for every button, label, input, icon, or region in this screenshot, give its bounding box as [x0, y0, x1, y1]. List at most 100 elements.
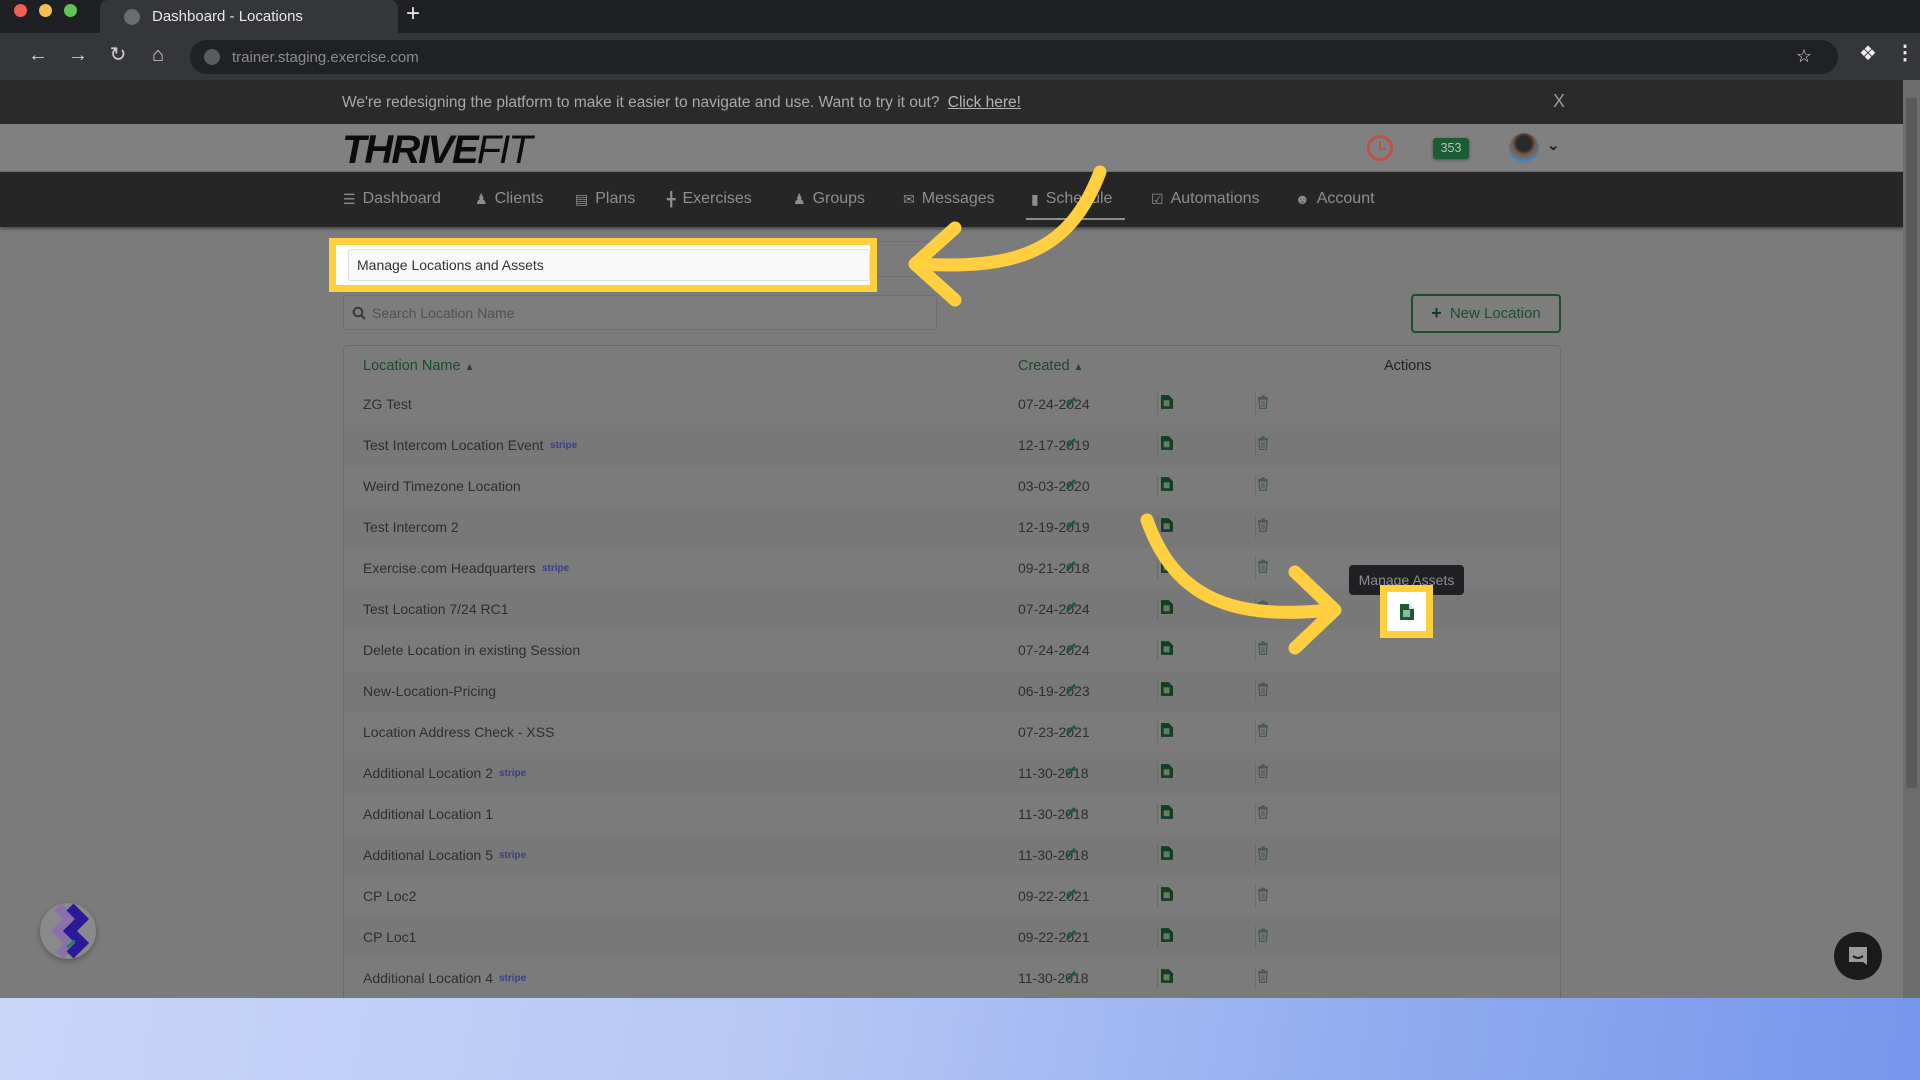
edit-location-button[interactable] [1062, 682, 1080, 700]
edit-location-button[interactable] [1062, 395, 1080, 413]
edit-location-button[interactable] [1062, 641, 1080, 659]
banner-link[interactable]: Click here! [948, 94, 1021, 111]
edit-location-button[interactable] [1062, 559, 1080, 577]
manage-assets-button[interactable] [1158, 845, 1176, 864]
manage-assets-button[interactable] [1158, 558, 1176, 577]
location-name[interactable]: Test Location 7/24 RC1 [363, 601, 509, 617]
manage-assets-button[interactable] [1158, 763, 1176, 782]
delete-location-button[interactable] [1254, 682, 1272, 700]
loom-widget-button[interactable] [40, 903, 96, 959]
nav-item-exercises[interactable]: ╋ Exercises [667, 190, 752, 208]
nav-item-clients[interactable]: ♟ Clients [475, 190, 543, 208]
location-name[interactable]: ZG Test [363, 396, 412, 412]
edit-location-button[interactable] [1062, 723, 1080, 741]
manage-assets-button[interactable] [1158, 804, 1176, 823]
notification-count-badge[interactable]: 353 [1433, 138, 1469, 159]
logo[interactable]: THRIVEFIT [342, 128, 533, 173]
minimize-window-button[interactable] [39, 4, 52, 17]
delete-location-button[interactable] [1254, 846, 1272, 864]
delete-location-button[interactable] [1254, 764, 1272, 782]
avatar[interactable] [1509, 133, 1539, 163]
extensions-icon[interactable]: ❖ [1859, 41, 1877, 66]
delete-location-button[interactable] [1254, 641, 1272, 659]
location-name[interactable]: Test Intercom 2 [363, 519, 459, 535]
delete-location-button[interactable] [1254, 436, 1272, 454]
edit-location-button[interactable] [1062, 805, 1080, 823]
location-name[interactable]: New-Location-Pricing [363, 683, 496, 699]
nav-item-groups[interactable]: ♟ Groups [793, 190, 865, 208]
address-bar[interactable]: trainer.staging.exercise.com ☆ [190, 40, 1838, 74]
nav-item-dashboard[interactable]: ☰ Dashboard [343, 190, 441, 208]
delete-location-button[interactable] [1254, 600, 1272, 618]
manage-assets-button[interactable] [1158, 435, 1176, 454]
manage-assets-button[interactable] [1158, 517, 1176, 536]
edit-location-button[interactable] [1062, 846, 1080, 864]
home-icon[interactable]: ⌂ [144, 41, 172, 69]
location-name[interactable]: Weird Timezone Location [363, 478, 521, 494]
delete-location-button[interactable] [1254, 518, 1272, 536]
browser-tab[interactable]: Dashboard - Locations [100, 0, 398, 33]
manage-assets-button[interactable] [1158, 681, 1176, 700]
manage-assets-button[interactable] [1158, 886, 1176, 905]
location-name[interactable]: Additional Location 4 [363, 970, 493, 986]
location-name[interactable]: Additional Location 2 [363, 765, 493, 781]
edit-location-button[interactable] [1062, 477, 1080, 495]
column-header-location-name[interactable]: Location Name ▲︎ [363, 358, 474, 374]
scrollbar-thumb[interactable] [1906, 98, 1917, 788]
manage-assets-button[interactable] [1158, 640, 1176, 659]
edit-location-button[interactable] [1062, 969, 1080, 987]
reload-icon[interactable]: ↻ [104, 41, 132, 69]
highlighted-manage-assets-button[interactable] [1380, 585, 1433, 638]
edit-location-button[interactable] [1062, 436, 1080, 454]
location-name[interactable]: Additional Location 5 [363, 847, 493, 863]
delete-location-button[interactable] [1254, 805, 1272, 823]
delete-location-button[interactable] [1254, 559, 1272, 577]
edit-location-button[interactable] [1062, 887, 1080, 905]
delete-location-button[interactable] [1254, 887, 1272, 905]
nav-item-automations[interactable]: ☑ Automations [1151, 190, 1260, 208]
nav-item-messages[interactable]: ✉ Messages [903, 190, 995, 208]
location-name[interactable]: CP Loc2 [363, 888, 416, 904]
edit-location-button[interactable] [1062, 764, 1080, 782]
maximize-window-button[interactable] [64, 4, 77, 17]
forward-icon[interactable]: → [64, 41, 92, 69]
manage-assets-button[interactable] [1158, 476, 1176, 495]
search-field[interactable] [343, 295, 937, 330]
location-name[interactable]: Additional Location 1 [363, 806, 493, 822]
edit-location-button[interactable] [1062, 518, 1080, 536]
manage-assets-button[interactable] [1158, 394, 1176, 413]
edit-location-button[interactable] [1062, 928, 1080, 946]
delete-location-button[interactable] [1254, 477, 1272, 495]
nav-item-schedule[interactable]: ▮ Schedule [1031, 190, 1112, 208]
delete-location-button[interactable] [1254, 928, 1272, 946]
location-name[interactable]: CP Loc1 [363, 929, 416, 945]
location-name[interactable]: Test Intercom Location Event [363, 437, 544, 453]
new-location-button[interactable]: + New Location [1411, 294, 1561, 333]
delete-location-button[interactable] [1254, 969, 1272, 987]
nav-item-account[interactable]: ☻ Account [1295, 190, 1375, 208]
close-window-button[interactable] [14, 4, 27, 17]
location-name[interactable]: Location Address Check - XSS [363, 724, 554, 740]
new-tab-button[interactable]: + [406, 2, 420, 26]
search-input[interactable] [372, 304, 912, 321]
column-header-created[interactable]: Created ▲︎ [1018, 358, 1084, 374]
manage-assets-button[interactable] [1158, 927, 1176, 946]
chat-widget-button[interactable] [1834, 932, 1882, 980]
delete-location-button[interactable] [1254, 395, 1272, 413]
manage-assets-button[interactable] [1158, 968, 1176, 987]
clock-icon[interactable] [1367, 135, 1393, 161]
envelope-icon: ✉ [903, 190, 915, 207]
back-icon[interactable]: ← [24, 41, 52, 69]
manage-assets-button[interactable] [1158, 722, 1176, 741]
manage-assets-button[interactable] [1158, 599, 1176, 618]
page-scrollbar[interactable] [1903, 80, 1920, 998]
edit-location-button[interactable] [1062, 600, 1080, 618]
delete-location-button[interactable] [1254, 723, 1272, 741]
location-name[interactable]: Delete Location in existing Session [363, 642, 580, 658]
location-name[interactable]: Exercise.com Headquarters [363, 560, 536, 576]
chevron-down-icon[interactable]: ⌄ [1547, 136, 1560, 154]
menu-icon[interactable]: ⋮ [1895, 40, 1915, 65]
nav-item-plans[interactable]: ▤ Plans [575, 190, 635, 208]
bookmark-star-icon[interactable]: ☆ [1796, 46, 1812, 67]
close-banner-button[interactable]: X [1553, 91, 1565, 112]
